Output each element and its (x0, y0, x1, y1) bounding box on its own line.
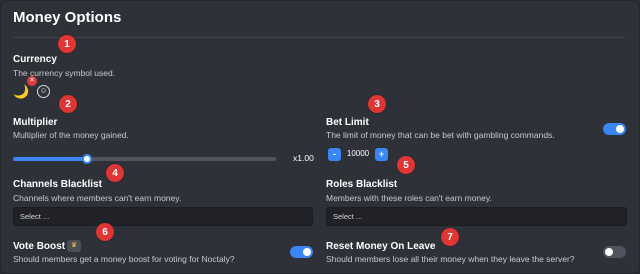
channels-blacklist-label: Channels Blacklist (13, 179, 102, 190)
decrement-button[interactable]: - (328, 148, 341, 161)
premium-crown-icon: ♛ (67, 240, 81, 252)
toggle-knob (605, 248, 613, 256)
annotation-marker-2: 2 (59, 95, 77, 113)
multiplier-value: x1.00 (293, 153, 314, 163)
roles-blacklist-label: Roles Blacklist (326, 179, 398, 190)
multiplier-slider-thumb[interactable] (81, 154, 92, 164)
increment-button[interactable]: + (375, 148, 388, 161)
toggle-knob (303, 248, 311, 256)
page-title: Money Options (13, 9, 122, 26)
toggle-knob (616, 125, 624, 133)
reset-money-description: Should members lose all their money when… (326, 254, 575, 264)
channels-blacklist-description: Channels where members can't earn money. (13, 193, 182, 203)
annotation-marker-5: 5 (397, 156, 415, 174)
title-divider (13, 37, 625, 38)
annotation-marker-3: 3 (368, 95, 386, 113)
channels-select[interactable]: Select ... (13, 207, 313, 226)
add-emoji-icon[interactable]: ☺ (37, 85, 50, 98)
roles-select[interactable]: Select ... (326, 207, 627, 226)
annotation-marker-4: 4 (106, 164, 124, 182)
roles-blacklist-description: Members with these roles can't earn mone… (326, 193, 492, 203)
vote-boost-label: Vote Boost (13, 241, 66, 252)
reset-money-toggle[interactable] (603, 246, 626, 258)
annotation-marker-6: 6 (96, 223, 114, 241)
currency-label: Currency (13, 54, 57, 65)
bet-limit-description: The limit of money that can be bet with … (326, 130, 555, 140)
channels-select-placeholder: Select ... (20, 212, 50, 221)
multiplier-slider[interactable] (13, 154, 276, 164)
multiplier-label: Multiplier (13, 117, 58, 128)
bet-limit-value[interactable]: 10000 (344, 149, 372, 158)
remove-currency-icon[interactable]: × (27, 76, 37, 86)
money-options-panel: Money Options Currency The currency symb… (0, 0, 640, 274)
reset-money-label: Reset Money On Leave (326, 241, 436, 252)
bet-limit-toggle[interactable] (603, 123, 626, 135)
annotation-marker-7: 7 (441, 228, 459, 246)
vote-boost-description: Should members get a money boost for vot… (13, 254, 235, 264)
annotation-marker-1: 1 (58, 35, 76, 53)
multiplier-slider-fill (13, 157, 87, 161)
vote-boost-toggle[interactable] (290, 246, 313, 258)
bet-limit-label: Bet Limit (326, 117, 369, 128)
multiplier-description: Multiplier of the money gained. (13, 130, 129, 140)
roles-select-placeholder: Select ... (333, 212, 363, 221)
